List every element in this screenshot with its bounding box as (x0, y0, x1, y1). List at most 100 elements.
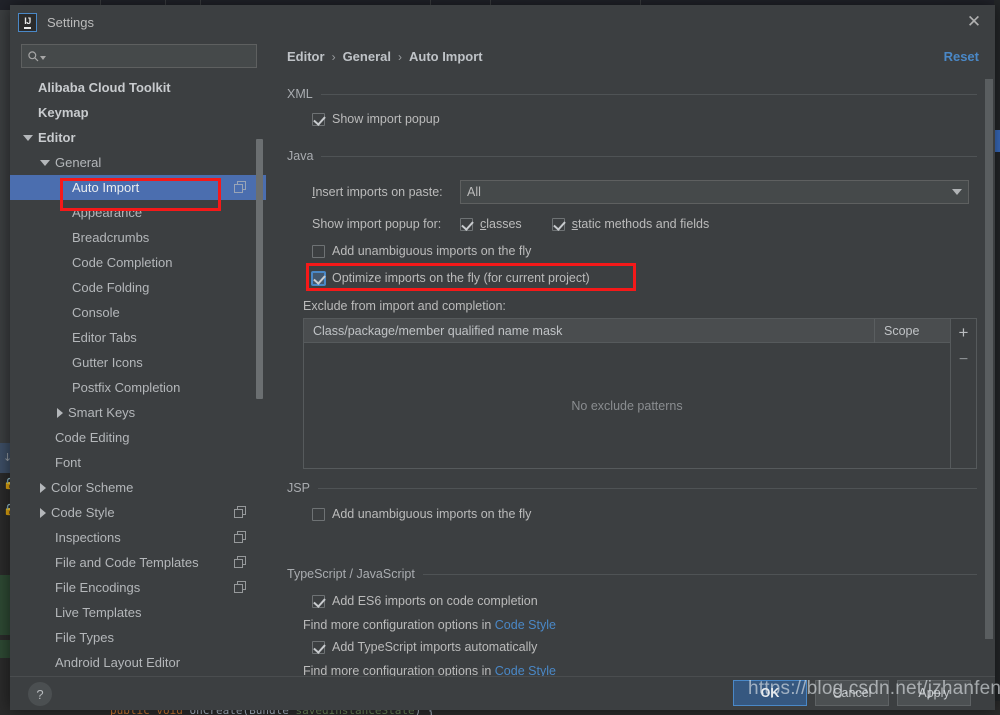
sidebar-item-label: Code Completion (72, 255, 173, 270)
section-rule-xml (320, 93, 977, 95)
sidebar-item-label: Postfix Completion (72, 380, 181, 395)
checkbox-row-optimize-imports[interactable]: Optimize imports on the fly (for current… (312, 271, 590, 285)
sidebar-item-appearance[interactable]: Appearance (10, 200, 266, 225)
sidebar-item-file-types[interactable]: File Types (10, 625, 266, 650)
popup-for-classes-checkbox[interactable] (460, 217, 473, 231)
search-input[interactable] (46, 49, 256, 63)
checkbox-row-show-import-popup[interactable]: Show import popup (312, 112, 440, 126)
ok-button[interactable]: OK (733, 680, 807, 706)
sidebar-item-gutter-icons[interactable]: Gutter Icons (10, 350, 266, 375)
exclude-patterns-table: Class/package/member qualified name mask… (303, 318, 977, 469)
search-container (10, 39, 266, 68)
add-ts-imports-checkbox[interactable] (312, 640, 325, 654)
copy-settings-icon (234, 556, 246, 568)
add-pattern-button[interactable]: + (954, 322, 974, 342)
sidebar-item-label: Code Style (51, 505, 115, 520)
chevron-right-icon[interactable] (57, 407, 63, 418)
insert-imports-label-text: nsert imports on paste: (315, 185, 443, 199)
sidebar-item-code-folding[interactable]: Code Folding (10, 275, 266, 300)
jsp-add-unambiguous-label: Add unambiguous imports on the fly (332, 507, 532, 521)
column-header-name-mask[interactable]: Class/package/member qualified name mask (304, 318, 875, 343)
sidebar-item-inspections[interactable]: Inspections (10, 525, 266, 550)
chevron-down-icon[interactable] (40, 159, 50, 166)
exclude-table-toolbar: + − (950, 319, 976, 468)
chevron-right-icon[interactable] (40, 507, 46, 518)
sidebar-item-label: Inspections (55, 530, 121, 545)
show-import-popup-checkbox[interactable] (312, 112, 325, 126)
sidebar-item-color-scheme[interactable]: Color Scheme (10, 475, 266, 500)
section-header-java: Java (287, 149, 977, 163)
sidebar-item-code-editing[interactable]: Code Editing (10, 425, 266, 450)
sidebar-item-file-encodings[interactable]: File Encodings (10, 575, 266, 600)
checkbox-row-add-es6-imports[interactable]: Add ES6 imports on code completion (312, 594, 538, 608)
section-rule-jsp (317, 487, 977, 489)
sidebar-item-keymap[interactable]: Keymap (10, 100, 266, 125)
cancel-button[interactable]: Cancel (815, 680, 889, 706)
reset-link[interactable]: Reset (944, 49, 979, 64)
sidebar-scrollbar-thumb[interactable] (256, 139, 263, 399)
sidebar-item-label: Smart Keys (68, 405, 136, 420)
sidebar-item-console[interactable]: Console (10, 300, 266, 325)
breadcrumb-item-editor[interactable]: Editor (287, 49, 325, 64)
checkbox-row-jsp-add-unambiguous[interactable]: Add unambiguous imports on the fly (312, 507, 531, 521)
checkbox-row-add-ts-imports[interactable]: Add TypeScript imports automatically (312, 640, 537, 654)
sidebar-item-alibaba-cloud-toolkit[interactable]: Alibaba Cloud Toolkit (10, 75, 266, 100)
exclude-table-empty-state: No exclude patterns (304, 343, 950, 468)
close-icon[interactable]: ✕ (961, 10, 987, 34)
sidebar-item-auto-import[interactable]: Auto Import (10, 175, 266, 200)
sidebar-item-font[interactable]: Font (10, 450, 266, 475)
optimize-imports-checkbox[interactable] (312, 271, 325, 285)
breadcrumb-item-auto-import[interactable]: Auto Import (409, 49, 483, 64)
es6-hint-row: Find more configuration options in Code … (303, 618, 556, 632)
sidebar-item-breadcrumbs[interactable]: Breadcrumbs (10, 225, 266, 250)
sidebar-item-android-layout-editor[interactable]: Android Layout Editor (10, 650, 266, 675)
sidebar-item-label: Live Templates (55, 605, 142, 620)
column-header-scope[interactable]: Scope (875, 324, 950, 338)
add-es6-imports-checkbox[interactable] (312, 594, 325, 608)
help-button[interactable]: ? (28, 682, 52, 706)
sidebar-item-postfix-completion[interactable]: Postfix Completion (10, 375, 266, 400)
show-import-popup-label: Show import popup (332, 112, 440, 126)
add-ts-imports-label: Add TypeScript imports automatically (332, 640, 538, 654)
add-es6-imports-label: Add ES6 imports on code completion (332, 594, 538, 608)
sidebar-item-editor-tabs[interactable]: Editor Tabs (10, 325, 266, 350)
apply-button[interactable]: Apply (897, 680, 971, 706)
sidebar-item-smart-keys[interactable]: Smart Keys (10, 400, 266, 425)
intellij-logo-icon: IJ (18, 13, 37, 32)
search-box[interactable] (21, 44, 257, 68)
section-title-xml: XML (287, 87, 313, 101)
jsp-add-unambiguous-checkbox[interactable] (312, 507, 325, 521)
popup-for-static-checkbox[interactable] (551, 217, 565, 231)
checkbox-row-java-add-unambiguous[interactable]: Add unambiguous imports on the fly (312, 244, 531, 258)
sidebar-item-editor[interactable]: Editor (10, 125, 266, 150)
chevron-down-icon[interactable] (23, 134, 33, 141)
ts-hint-code-style-link[interactable]: Code Style (495, 664, 556, 676)
settings-tree[interactable]: Alibaba Cloud Toolkit Keymap Editor General… (10, 75, 266, 676)
sidebar-scrollbar[interactable] (256, 39, 263, 640)
java-add-unambiguous-checkbox[interactable] (312, 244, 325, 258)
section-header-jsp: JSP (287, 481, 977, 495)
sidebar-item-file-and-code-templates[interactable]: File and Code Templates (10, 550, 266, 575)
es6-hint-code-style-link[interactable]: Code Style (495, 618, 556, 632)
content-scrollbar-thumb[interactable] (985, 79, 993, 639)
insert-imports-on-paste-select[interactable]: All (460, 180, 969, 204)
sidebar-item-general[interactable]: General (10, 150, 266, 175)
sidebar-item-label: Color Scheme (51, 480, 134, 495)
sidebar-item-label: Font (55, 455, 82, 470)
breadcrumb-item-general[interactable]: General (343, 49, 391, 64)
content-scrollbar[interactable] (985, 79, 993, 675)
sidebar-item-code-completion[interactable]: Code Completion (10, 250, 266, 275)
settings-sidebar: Alibaba Cloud Toolkit Keymap Editor General… (10, 39, 266, 676)
chevron-right-icon[interactable] (40, 482, 46, 493)
sidebar-item-live-templates[interactable]: Live Templates (10, 600, 266, 625)
remove-pattern-button[interactable]: − (954, 350, 974, 370)
sidebar-item-code-style[interactable]: Code Style (10, 500, 266, 525)
